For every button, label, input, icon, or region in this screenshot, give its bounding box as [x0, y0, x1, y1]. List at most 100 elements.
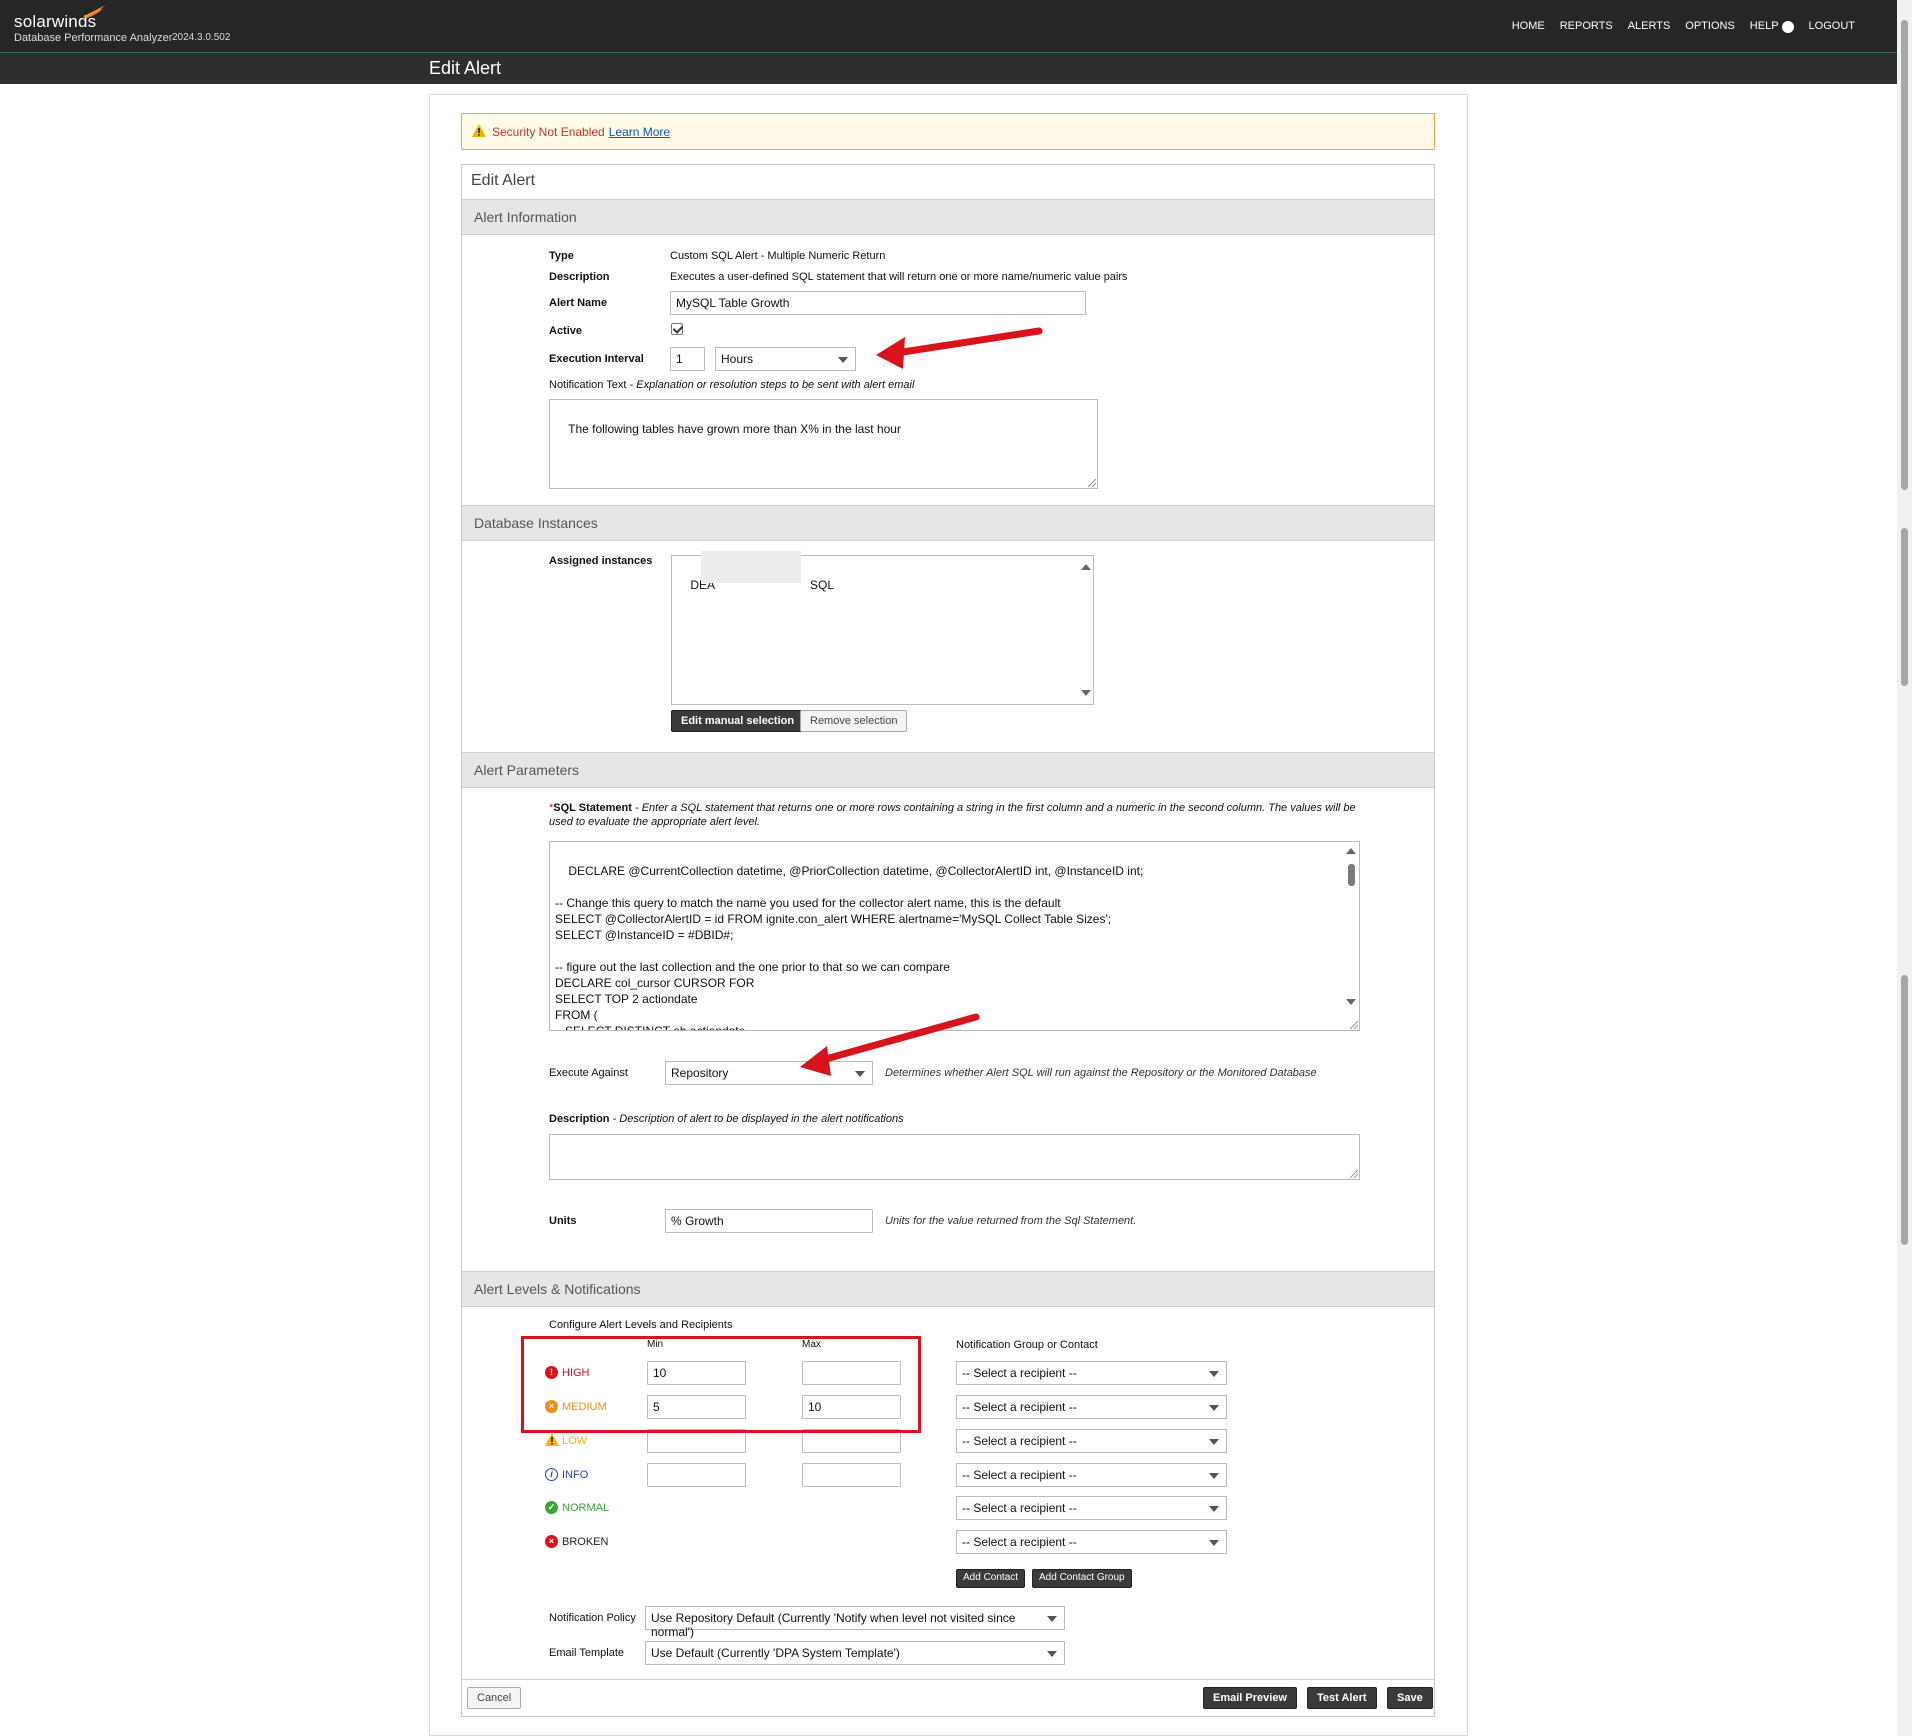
configure-levels-label: Configure Alert Levels and Recipients	[549, 1319, 733, 1331]
section-title: Database Instances	[474, 515, 598, 531]
info-icon: i	[545, 1468, 558, 1481]
notification-policy-label: Notification Policy	[549, 1612, 636, 1624]
active-checkbox[interactable]	[671, 323, 683, 335]
level-normal-recipient-select[interactable]: -- Select a recipient --	[956, 1496, 1227, 1520]
level-low-recipient-select[interactable]: -- Select a recipient --	[956, 1429, 1227, 1453]
description-param-input[interactable]	[549, 1134, 1360, 1180]
email-template-select[interactable]: Use Default (Currently 'DPA System Templ…	[645, 1641, 1065, 1665]
notification-text-hint: - Explanation or resolution steps to be …	[626, 379, 915, 391]
scrollbar-thumb[interactable]	[1901, 20, 1908, 490]
resize-grip-icon[interactable]	[1350, 1170, 1358, 1178]
execute-against-value: Repository	[671, 1066, 729, 1080]
section-title: Alert Levels & Notifications	[474, 1281, 641, 1297]
level-medium-recipient-select[interactable]: -- Select a recipient --	[956, 1395, 1227, 1419]
notification-text-input[interactable]: The following tables have grown more tha…	[549, 399, 1098, 489]
type-label: Type	[549, 250, 574, 262]
level-info-max-input[interactable]	[802, 1463, 901, 1487]
level-broken-recipient-select[interactable]: -- Select a recipient --	[956, 1530, 1227, 1554]
email-template-value: Use Default (Currently 'DPA System Templ…	[651, 1646, 900, 1660]
notification-text-title: Notification Text	[549, 379, 627, 391]
scrollbar-thumb-tertiary[interactable]	[1901, 975, 1908, 1245]
page-title: Edit Alert	[429, 58, 502, 78]
security-warning-banner: Security Not Enabled Learn More	[461, 113, 1435, 150]
chevron-down-icon	[1047, 1651, 1057, 1657]
units-input[interactable]: % Growth	[665, 1209, 873, 1233]
nav-alerts[interactable]: ALERTS	[1628, 20, 1671, 33]
level-low-label: LOW	[562, 1435, 588, 1447]
cancel-button[interactable]: Cancel	[467, 1687, 522, 1709]
recipient-value: -- Select a recipient --	[962, 1400, 1077, 1414]
scrollbar-thumb[interactable]	[1348, 864, 1355, 886]
resize-grip-icon[interactable]	[1088, 479, 1096, 487]
resize-grip-icon[interactable]	[1350, 1021, 1358, 1029]
remove-selection-button[interactable]: Remove selection	[800, 710, 908, 732]
description-param-label: Description - Description of alert to be…	[549, 1113, 904, 1125]
chevron-down-icon	[1209, 1540, 1219, 1546]
redacted-area	[701, 551, 801, 583]
nav-help-label: HELP	[1749, 20, 1779, 32]
chevron-down-icon	[1209, 1506, 1219, 1512]
chevron-down-icon	[1209, 1473, 1219, 1479]
active-label: Active	[549, 325, 583, 337]
solarwinds-flame-icon	[83, 5, 105, 18]
type-value: Custom SQL Alert - Multiple Numeric Retu…	[670, 250, 886, 262]
recipient-value: -- Select a recipient --	[962, 1501, 1077, 1515]
recipient-value: -- Select a recipient --	[962, 1434, 1077, 1448]
level-info-min-input[interactable]	[647, 1463, 746, 1487]
broken-icon: ×	[545, 1535, 558, 1548]
level-normal-label: NORMAL	[562, 1502, 610, 1514]
nav-logout[interactable]: LOGOUT	[1809, 20, 1855, 33]
page-scrollbar[interactable]	[1897, 0, 1912, 1736]
sql-statement-value: DECLARE @CurrentCollection datetime, @Pr…	[555, 864, 1144, 1031]
email-template-label: Email Template	[549, 1647, 624, 1659]
level-broken-label: BROKEN	[562, 1536, 609, 1548]
recipient-value: -- Select a recipient --	[962, 1366, 1077, 1380]
nav-help[interactable]: HELP?	[1750, 20, 1794, 33]
execution-interval-unit-select[interactable]: Hours	[715, 347, 856, 371]
add-contact-group-button[interactable]: Add Contact Group	[1032, 1569, 1132, 1588]
test-alert-button[interactable]: Test Alert	[1307, 1687, 1377, 1709]
scroll-up-arrow-icon[interactable]	[1346, 848, 1356, 854]
nav-options[interactable]: OPTIONS	[1685, 20, 1735, 33]
add-contact-button[interactable]: Add Contact	[956, 1569, 1026, 1588]
level-info-label: INFO	[562, 1469, 589, 1481]
section-header-database-instances: Database Instances	[462, 505, 1434, 541]
section-title: Alert Information	[474, 209, 577, 225]
chevron-down-icon	[1047, 1616, 1057, 1622]
recipient-value: -- Select a recipient --	[962, 1535, 1077, 1549]
section-header-alert-levels: Alert Levels & Notifications	[462, 1271, 1434, 1307]
alert-name-input[interactable]: MySQL Table Growth	[670, 291, 1086, 315]
execution-interval-input[interactable]: 1	[670, 347, 705, 371]
description-param-title: Description	[549, 1113, 610, 1125]
notification-policy-select[interactable]: Use Repository Default (Currently 'Notif…	[645, 1606, 1065, 1639]
level-info-recipient-select[interactable]: -- Select a recipient --	[956, 1463, 1227, 1487]
learn-more-link[interactable]: Learn More	[609, 125, 670, 139]
product-version: 2024.3.0.502	[172, 32, 231, 43]
nav-reports[interactable]: REPORTS	[1560, 20, 1613, 33]
recipient-value: -- Select a recipient --	[962, 1468, 1077, 1482]
save-button[interactable]: Save	[1387, 1687, 1433, 1709]
warning-icon	[545, 1433, 559, 1446]
section-header-alert-information: Alert Information	[462, 199, 1434, 235]
email-preview-button[interactable]: Email Preview	[1203, 1687, 1297, 1709]
notification-text-label: Notification Text - Explanation or resol…	[549, 379, 914, 391]
execute-against-label: Execute Against	[549, 1067, 628, 1079]
sql-statement-editor[interactable]: DECLARE @CurrentCollection datetime, @Pr…	[549, 841, 1360, 1031]
alert-name-label: Alert Name	[549, 297, 608, 309]
scroll-down-arrow-icon[interactable]	[1081, 690, 1091, 696]
chevron-down-icon	[855, 1071, 865, 1077]
chevron-down-icon	[1209, 1405, 1219, 1411]
edit-manual-selection-button[interactable]: Edit manual selection	[671, 710, 805, 732]
sql-statement-title: SQL Statement	[553, 802, 632, 814]
warning-icon	[472, 124, 486, 137]
check-icon: ✓	[545, 1501, 558, 1514]
execute-against-select[interactable]: Repository	[665, 1061, 873, 1085]
scroll-up-arrow-icon[interactable]	[1081, 564, 1091, 570]
description-label: Description	[549, 271, 610, 283]
level-high-recipient-select[interactable]: -- Select a recipient --	[956, 1361, 1227, 1385]
scrollbar-thumb-secondary[interactable]	[1901, 528, 1908, 686]
warning-text: Security Not Enabled Learn More	[492, 125, 670, 139]
nav-home[interactable]: HOME	[1512, 20, 1545, 33]
scroll-down-arrow-icon[interactable]	[1346, 999, 1356, 1005]
chevron-down-icon	[1209, 1371, 1219, 1377]
